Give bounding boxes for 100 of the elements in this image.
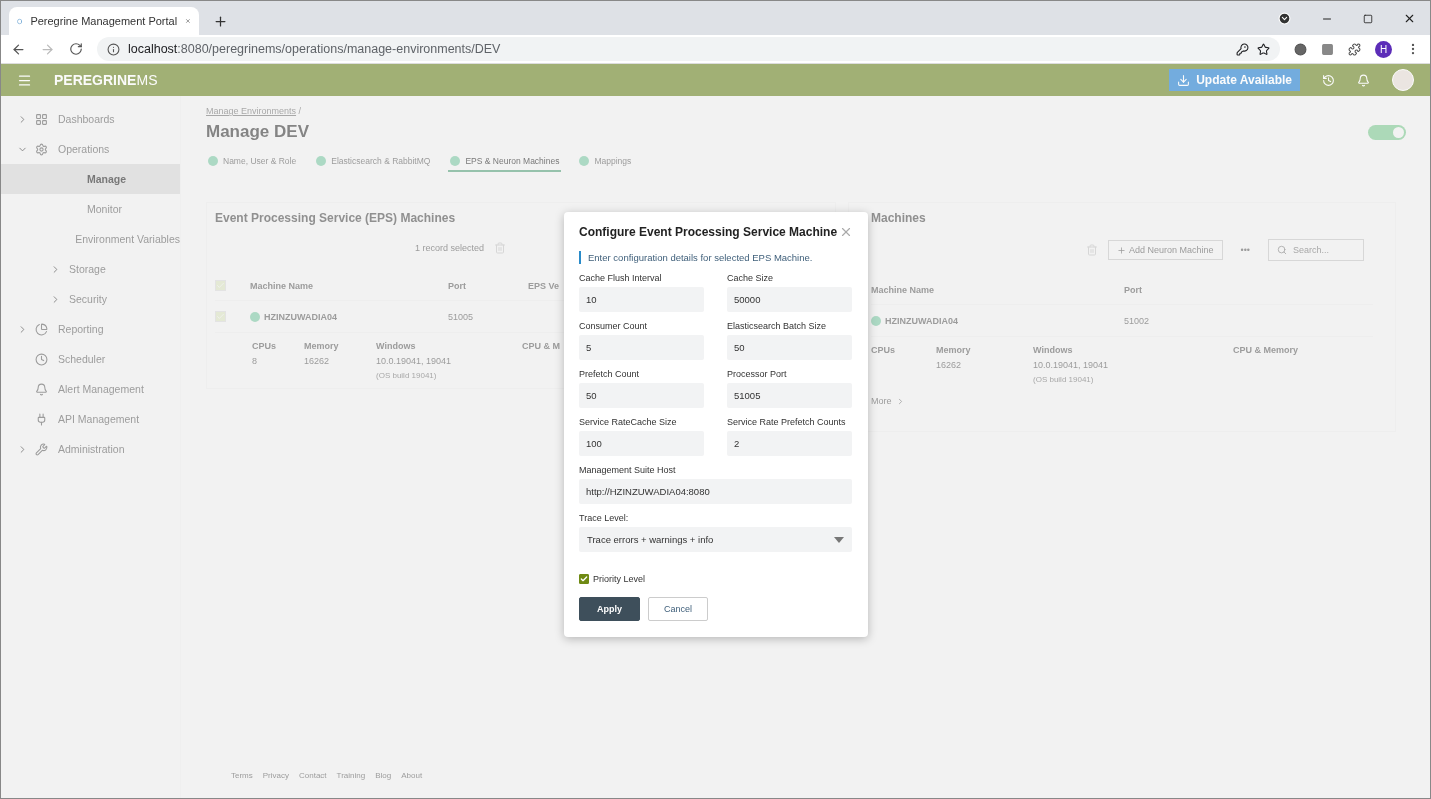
sidebar-item[interactable]: Scheduler (1, 344, 180, 374)
input-field[interactable]: 51005 (727, 383, 852, 408)
back-icon[interactable] (11, 41, 26, 57)
sidebar-item[interactable]: Operations (1, 134, 180, 164)
footer-link[interactable]: About (401, 771, 423, 780)
step-tab[interactable]: Elasticsearch & RabbitMQ (314, 152, 433, 172)
update-button[interactable]: Update Available (1169, 69, 1300, 91)
sidebar-item[interactable]: Reporting (1, 314, 180, 344)
table-cell: HZINZUWADIA04 (871, 315, 1124, 326)
tab-title: Peregrine Management Portal (30, 15, 178, 27)
detail-note: (OS build 19041) (1033, 375, 1094, 384)
checkbox-label: Priority Level (593, 574, 646, 584)
new-tab-icon[interactable] (213, 14, 228, 29)
footer-link[interactable]: Contact (299, 771, 327, 780)
detail-label: Memory (304, 341, 339, 351)
nav-icon (35, 112, 48, 126)
field-label: Service Rate Prefetch Counts (727, 417, 847, 427)
input-field[interactable]: 50000 (727, 287, 852, 312)
dropdown-icon[interactable] (1278, 12, 1291, 25)
toggle-switch[interactable] (1368, 124, 1406, 140)
footer-link[interactable]: Training (336, 771, 366, 780)
forward-icon[interactable] (40, 41, 55, 57)
field-label: Trace Level: (579, 513, 630, 523)
cancel-button[interactable]: Cancel (648, 597, 708, 621)
nav-icon (35, 142, 48, 156)
field-label: Elasticsearch Batch Size (727, 321, 828, 331)
close-icon[interactable] (1403, 12, 1416, 25)
reload-icon[interactable] (69, 42, 83, 56)
footer-link[interactable]: Terms (231, 771, 253, 780)
sidebar-item[interactable]: Administration (1, 434, 180, 464)
footer-link[interactable]: Privacy (262, 771, 289, 780)
download-icon (1177, 73, 1191, 87)
detail-label: CPU & Memory (1233, 345, 1298, 355)
input-field[interactable]: 50 (579, 383, 704, 408)
sidebar-item[interactable]: Alert Management (1, 374, 180, 404)
history-icon[interactable] (1322, 73, 1335, 87)
detail-label: Memory (936, 345, 971, 355)
nav-icon (35, 442, 48, 456)
step-tab[interactable]: Mappings (577, 152, 634, 172)
close-button[interactable] (839, 225, 853, 239)
app-logo: PEREGRINEMS (54, 72, 158, 88)
search-field[interactable]: Search... (1268, 239, 1364, 261)
input-field[interactable]: 50 (727, 335, 852, 360)
sidebar-item[interactable]: Dashboards (1, 104, 180, 134)
search-icon (1277, 245, 1287, 255)
address-field[interactable]: localhost:8080/peregrinems/operations/manage-environments/DEV (97, 37, 1280, 61)
dialog-title: Configure Event Processing Service Machine (579, 225, 838, 239)
star-icon[interactable] (1257, 42, 1270, 56)
extension-icon[interactable] (1321, 42, 1334, 56)
input-field[interactable]: 10 (579, 287, 704, 312)
checkbox[interactable] (579, 574, 589, 584)
sidebar-item[interactable]: Security (1, 284, 180, 314)
detail-value: 10.0.19041, 19041 (1033, 360, 1109, 370)
sidebar-item[interactable]: Manage (1, 164, 180, 194)
footer-link[interactable]: Blog (375, 771, 392, 780)
field-label: Service RateCache Size (579, 417, 678, 427)
nav-icon (35, 322, 48, 336)
input-field[interactable]: 2 (727, 431, 852, 456)
maximize-icon[interactable] (1363, 13, 1373, 24)
input-field[interactable]: http://HZINZUWADIA04:8080 (579, 479, 852, 504)
detail-value: 10.0.19041, 19041 (376, 356, 452, 366)
field-label: Cache Size (727, 273, 775, 283)
detail-label: Windows (376, 341, 416, 351)
column-header: Port (448, 280, 467, 291)
puzzle-icon[interactable] (1348, 42, 1361, 56)
more-link[interactable]: More (871, 396, 1373, 406)
card-title: Event Processing Service (EPS) Machines (215, 211, 457, 225)
detail-value: 16262 (304, 356, 330, 366)
step-tab[interactable]: EPS & Neuron Machines (448, 152, 562, 172)
profile-avatar[interactable]: H (1375, 40, 1392, 58)
table-cell-text: 51005 (448, 311, 475, 322)
input-field[interactable]: 100 (579, 431, 704, 456)
user-avatar[interactable] (1392, 69, 1414, 91)
info-icon (107, 42, 120, 56)
add-button[interactable]: Add Neuron Machine (1108, 240, 1223, 260)
table-cell: HZINZUWADIA04 (250, 311, 448, 322)
field-label: Prefetch Count (579, 369, 641, 379)
sidebar-item[interactable]: Storage (1, 254, 180, 284)
sidebar-item[interactable]: API Management (1, 404, 180, 434)
bell-icon[interactable] (1357, 73, 1370, 87)
extension-icon[interactable] (1294, 42, 1307, 56)
detail-label: CPUs (252, 341, 276, 351)
key-icon[interactable] (1236, 42, 1249, 56)
breadcrumb-link[interactable]: Manage Environments (206, 106, 297, 116)
dialog-hint: Enter configuration details for selected EPS Machine. (579, 251, 853, 264)
plus-icon (1117, 245, 1126, 255)
browser-tab[interactable]: Peregrine Management Portal (9, 7, 199, 35)
sidebar-item[interactable]: Environment Variables (1, 224, 180, 254)
detail-label: CPUs (871, 345, 895, 355)
input-field[interactable]: 5 (579, 335, 704, 360)
table-cell-text: 51002 (1124, 315, 1151, 326)
sidebar-item[interactable]: Monitor (1, 194, 180, 224)
more-button[interactable]: ••• (1240, 245, 1250, 255)
column-header: Machine Name (871, 284, 936, 295)
step-tab[interactable]: Name, User & Role (206, 152, 299, 172)
apply-button[interactable]: Apply (579, 597, 640, 621)
detail-label: Windows (1033, 345, 1073, 355)
breadcrumb-separator: / (298, 106, 302, 116)
select-field[interactable]: Trace errors + warnings + info (579, 527, 852, 552)
field-label: Cache Flush Interval (579, 273, 663, 283)
